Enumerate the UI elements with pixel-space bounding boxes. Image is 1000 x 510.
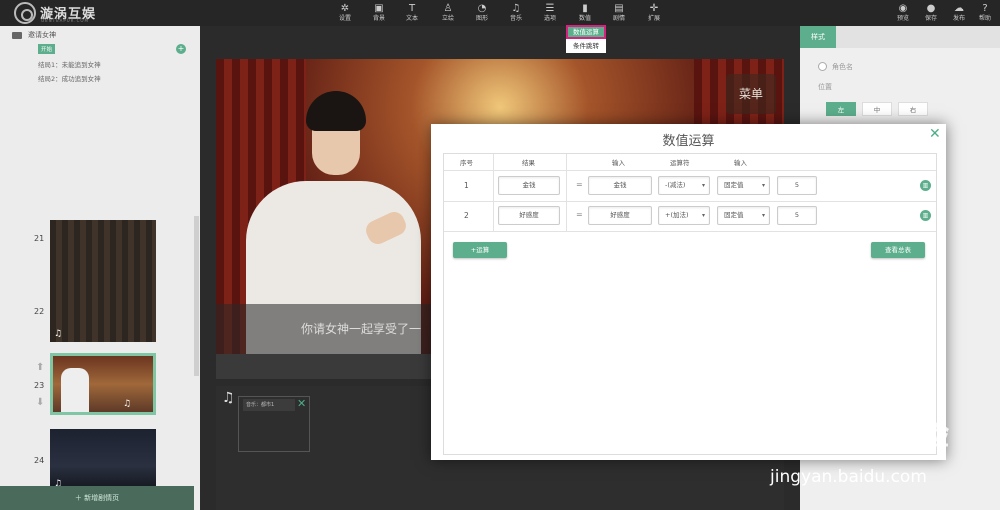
gear-icon: ✲ [340,3,350,14]
column-header-input: 输入 [612,159,625,167]
start-tag[interactable]: 开始 [38,44,56,54]
input-field[interactable]: 好感度 [588,206,652,225]
tool-settings[interactable]: ✲ 设置 [332,3,358,23]
music-note-icon: ♫ [222,390,235,406]
image-icon: ▣ [374,3,384,14]
row-index: 2 [464,211,469,220]
tool-background[interactable]: ▣ 背景 [366,3,392,23]
tree-item-ending-1[interactable]: 结局1：未能追到女神 [38,59,101,69]
position-right-button[interactable]: 右 [898,102,928,116]
left-scrollbar[interactable] [194,216,199,376]
music-icon: ♫ [511,3,521,14]
operator-select[interactable]: +(加法) [658,206,710,225]
page-number: 23 [34,381,45,390]
user-icon: ● [926,3,936,14]
film-icon: ▤ [614,3,624,14]
preview-button[interactable]: ◉ 预览 [890,3,916,23]
help-button[interactable]: ? 帮助 [972,3,998,23]
save-button[interactable]: ● 保存 [918,3,944,23]
tool-values[interactable]: ▮ 数值 [572,3,598,23]
folder-icon [12,32,22,39]
tool-portrait[interactable]: ♙ 立绘 [435,3,461,23]
value-input[interactable]: 5 [777,206,817,225]
value-input[interactable]: 5 [777,176,817,195]
tool-music[interactable]: ♫ 音乐 [503,3,529,23]
list-icon: ☰ [545,3,555,14]
input-type-select[interactable]: 固定值 [717,206,770,225]
thumbnail-character [61,368,89,412]
text-icon: T [408,3,416,14]
publish-button[interactable]: ☁ 发布 [946,3,972,23]
add-operation-button[interactable]: +运算 [453,242,507,258]
eye-icon: ◉ [898,3,908,14]
menu-item-value-operation[interactable]: 数值运算 [566,25,606,39]
column-header-input-2: 输入 [734,159,747,167]
column-header-result: 结果 [522,159,535,167]
page-number: 24 [34,456,45,465]
page-thumbnail-23[interactable]: ♫ [50,353,156,415]
add-story-page-button[interactable]: ＋ 新增剧情页 [0,486,194,510]
input-field[interactable]: 金钱 [588,176,652,195]
move-down-arrow-icon[interactable]: ⬇ [36,398,46,408]
trash-icon[interactable]: ▥ [920,210,931,221]
paw-icon [836,410,876,450]
view-summary-button[interactable]: 查看总表 [871,242,925,258]
show-name-radio[interactable] [818,62,827,71]
page-number: 21 [34,234,45,243]
app-logo: 漩涡互娱 GENTEAPUR.COM [14,2,104,24]
tree-item-ending-2[interactable]: 结局2：成功追到女神 [38,73,101,83]
page-number: 22 [34,307,45,316]
pie-icon: ◔ [477,3,487,14]
add-branch-icon[interactable]: + [176,44,186,54]
column-header-index: 序号 [460,159,473,167]
tool-extend[interactable]: ✛ 扩展 [641,3,667,23]
result-field[interactable]: 好感度 [498,206,560,225]
values-dropdown-menu: 数值运算 条件跳转 [566,25,606,53]
scene-menu-button[interactable]: 菜单 [726,74,776,114]
music-note-icon: ♫ [54,329,63,339]
column-header-operator: 运算符 [670,159,690,167]
result-field[interactable]: 金钱 [498,176,560,195]
logo-swirl-icon [14,2,36,24]
menu-item-conditional-jump[interactable]: 条件跳转 [566,39,606,53]
close-icon[interactable]: ✕ [929,126,941,142]
cloud-icon: ☁ [954,3,964,14]
position-label: 位置 [818,83,832,91]
dialog-text: 你请女神一起享受了一 [301,322,422,336]
bar-chart-icon: ▮ [582,3,588,14]
move-up-arrow-icon[interactable]: ⬆ [36,363,46,373]
dialog-title: 数值运算 [662,134,715,149]
page-thumbnail-24[interactable]: ♫ [50,429,156,491]
music-clip-label: 音乐：都市1 [243,399,295,411]
operator-select[interactable]: -(减法) [658,176,710,195]
input-type-select[interactable]: 固定值 [717,176,770,195]
tab-style[interactable]: 样式 [800,26,836,48]
tool-text[interactable]: T 文本 [399,3,425,23]
equals-sign: = [576,180,583,189]
help-icon: ? [982,3,988,14]
tool-options[interactable]: ☰ 选项 [537,3,563,23]
person-icon: ♙ [443,3,453,14]
music-clip-card[interactable]: 音乐：都市1 ✕ [238,396,310,452]
position-left-button[interactable]: 左 [826,102,856,116]
row-index: 1 [464,181,469,190]
trash-icon[interactable]: ▥ [920,180,931,191]
close-icon[interactable]: ✕ [297,397,306,410]
story-tree-panel: 邀请女神 开始 + 结局1：未能追到女神 结局2：成功追到女神 21 22 ♫ … [0,26,200,510]
move-icon: ✛ [649,3,659,14]
show-name-label: 角色名 [832,63,853,71]
page-thumbnail-21[interactable] [50,220,156,282]
page-thumbnail-22[interactable]: ♫ [50,280,156,342]
music-note-icon: ♫ [123,399,132,409]
tool-shape[interactable]: ◔ 图形 [469,3,495,23]
top-toolbar: 漩涡互娱 GENTEAPUR.COM ✲ 设置 ▣ 背景 T 文本 ♙ 立绘 ◔ 图形 ♫… [0,0,1000,26]
logo-subtitle: GENTEAPUR.COM [41,18,89,23]
watermark-url: jingyan.baidu.com [770,467,927,487]
tool-story[interactable]: ▤ 剧情 [606,3,632,23]
equals-sign: = [576,210,583,219]
tree-root-title[interactable]: 邀请女神 [28,30,56,40]
position-center-button[interactable]: 中 [862,102,892,116]
baidu-watermark: Bai du 经验 jingyan.baidu.com [764,410,1000,490]
